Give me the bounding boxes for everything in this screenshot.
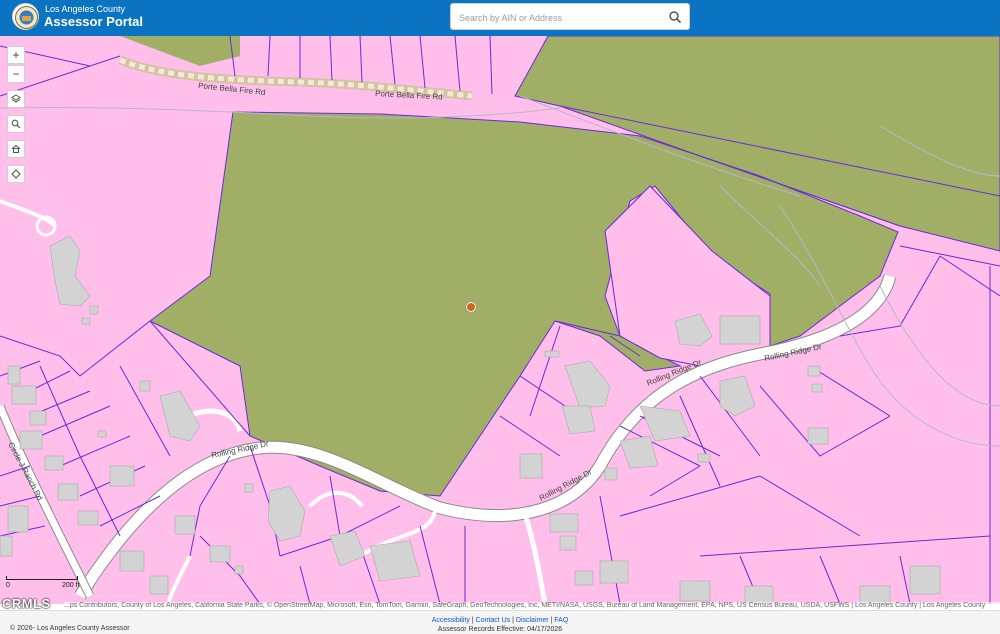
zoom-in-button[interactable]: + [7, 46, 25, 64]
scale-label-end: 200 ft [62, 582, 80, 589]
search-input[interactable] [457, 8, 661, 28]
crmls-watermark: CRMLS [2, 596, 51, 611]
scale-bar [6, 576, 78, 580]
selected-location-marker[interactable] [466, 302, 476, 312]
disclaimer-link[interactable]: Disclaimer [516, 617, 549, 624]
search-icon [669, 11, 682, 24]
page-footer: © 2026- Los Angeles County Assessor Acce… [0, 610, 1000, 634]
home-icon [11, 144, 21, 153]
app-title[interactable]: Assessor Portal [44, 14, 143, 30]
search-button[interactable] [667, 9, 683, 25]
footer-links: Accessibility | Contact Us | Disclaimer … [0, 617, 1000, 624]
parcel-map: Porte Bella Fire Rd Porte Bella Fire Rd … [0, 36, 1000, 604]
layers-icon [11, 94, 21, 103]
map-attribution: ...ps Contributors, County of Los Angele… [64, 602, 1000, 610]
locate-icon [11, 169, 21, 179]
app-header: Los Angeles County Assessor Portal [0, 0, 1000, 36]
locate-button[interactable] [7, 165, 25, 183]
layers-button[interactable] [7, 90, 25, 108]
scale-label-start: 0 [6, 582, 10, 589]
zoom-out-button[interactable]: − [7, 65, 25, 83]
search-box [450, 3, 690, 30]
records-effective-date: Assessor Records Effective: 04/17/2026 [437, 626, 563, 633]
county-seal-icon[interactable] [12, 3, 39, 30]
home-button[interactable] [7, 140, 25, 158]
contact-us-link[interactable]: Contact Us [476, 617, 511, 624]
faq-link[interactable]: FAQ [554, 617, 568, 624]
accessibility-link[interactable]: Accessibility [432, 617, 470, 624]
brand-subtitle: Los Angeles County [45, 4, 126, 14]
map-canvas[interactable]: Porte Bella Fire Rd Porte Bella Fire Rd … [0, 36, 1000, 604]
map-search-button[interactable] [7, 115, 25, 133]
search-icon [11, 119, 21, 129]
